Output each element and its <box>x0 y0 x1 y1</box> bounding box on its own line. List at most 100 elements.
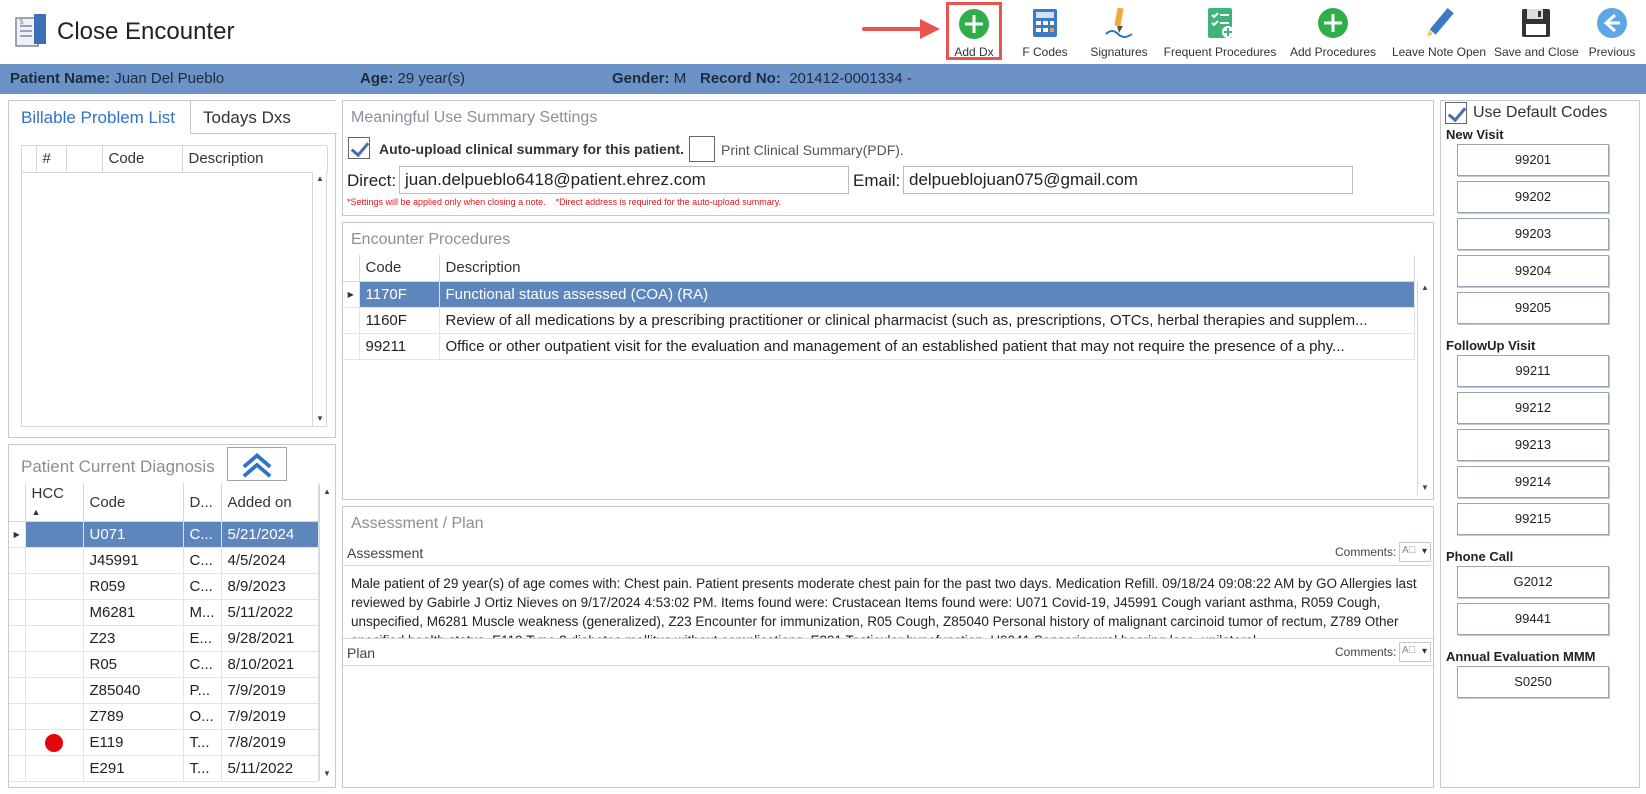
f-codes-button[interactable]: F Codes <box>1016 2 1074 60</box>
proc-code-cell: 1160F <box>359 307 440 334</box>
assessment-text: Male patient of 29 year(s) of age comes … <box>351 576 1417 638</box>
code-button-99205[interactable]: 99205 <box>1457 292 1609 324</box>
table-row[interactable]: ▶ U071 C... 5/21/2024 <box>9 521 319 548</box>
diagnosis-scrollbar[interactable]: ▲ ▼ <box>319 485 333 781</box>
table-row[interactable]: R059 C... 8/9/2023 <box>9 573 319 600</box>
code-button-99212[interactable]: 99212 <box>1457 392 1609 424</box>
dx-desc-cell: C... <box>183 573 222 600</box>
grid-corner <box>22 146 37 173</box>
tab-todays-dxs[interactable]: Todays Dxs <box>191 101 337 134</box>
use-default-codes-checkbox[interactable] <box>1445 102 1467 124</box>
scroll-up-icon[interactable]: ▲ <box>313 172 327 186</box>
use-default-codes-label: Use Default Codes <box>1473 104 1608 121</box>
code-button-S0250[interactable]: S0250 <box>1457 666 1609 698</box>
row-indicator <box>9 755 26 782</box>
column-proc-code[interactable]: Code <box>359 255 440 282</box>
code-button-99203[interactable]: 99203 <box>1457 218 1609 250</box>
column-dx-desc[interactable]: D... <box>183 483 222 522</box>
plan-text-area[interactable] <box>343 665 1433 787</box>
text-format-icon: A⃞ <box>1402 545 1417 556</box>
problem-list-scrollbar[interactable]: ▲ ▼ <box>312 172 326 426</box>
hcc-cell <box>25 521 84 548</box>
print-summary-checkbox[interactable] <box>689 136 715 162</box>
signatures-label: Signatures <box>1090 45 1148 59</box>
dx-added-cell: 4/5/2024 <box>221 547 319 574</box>
scroll-down-icon[interactable]: ▼ <box>1418 481 1432 495</box>
dx-desc-cell: T... <box>183 729 222 756</box>
column-number[interactable]: # <box>36 146 67 173</box>
code-button-99201[interactable]: 99201 <box>1457 144 1609 176</box>
leave-note-open-button[interactable]: Leave Note Open <box>1386 2 1492 60</box>
dx-added-cell: 8/9/2023 <box>221 573 319 600</box>
column-blank[interactable] <box>66 146 103 173</box>
table-row[interactable]: M6281 M... 5/11/2022 <box>9 599 319 626</box>
dx-desc-cell: O... <box>183 703 222 730</box>
signatures-button[interactable]: Signatures <box>1086 2 1152 60</box>
frequent-procedures-label: Frequent Procedures <box>1163 45 1277 59</box>
previous-button[interactable]: Previous <box>1584 2 1640 60</box>
code-button-99215[interactable]: 99215 <box>1457 503 1609 535</box>
column-code[interactable]: Code <box>102 146 183 173</box>
code-button-99211[interactable]: 99211 <box>1457 355 1609 387</box>
add-procedures-button[interactable]: Add Procedures <box>1286 2 1380 60</box>
column-dx-code[interactable]: Code <box>83 483 184 522</box>
table-row[interactable]: ▶ 1170F Functional status assessed (COA) (… <box>343 281 1415 308</box>
code-button-G2012[interactable]: G2012 <box>1457 566 1609 598</box>
double-chevron-up-icon <box>242 453 272 478</box>
scroll-down-icon[interactable]: ▼ <box>320 767 334 781</box>
table-row[interactable]: Z23 E... 9/28/2021 <box>9 625 319 652</box>
tab-billable-problem-list[interactable]: Billable Problem List <box>9 101 191 134</box>
plan-comments-dropdown[interactable]: A⃞ ▾ <box>1399 642 1431 662</box>
table-row[interactable]: 99211 Office or other outpatient visit fo… <box>343 333 1415 360</box>
problem-list-grid: # Code Description ▲ ▼ <box>21 145 328 427</box>
plus-circle-icon <box>959 9 989 39</box>
dx-added-cell: 7/9/2019 <box>221 677 319 704</box>
scroll-up-icon[interactable]: ▲ <box>1418 281 1432 295</box>
email-field[interactable]: delpueblojuan075@gmail.com <box>903 166 1353 194</box>
column-hcc[interactable]: HCC ▲ <box>25 483 84 522</box>
code-button-99204[interactable]: 99204 <box>1457 255 1609 287</box>
table-row[interactable]: E291 T... 5/11/2022 <box>9 755 319 782</box>
code-button-99441[interactable]: 99441 <box>1457 603 1609 635</box>
code-group-label: FollowUp Visit <box>1446 338 1536 353</box>
assessment-text-area[interactable]: Male patient of 29 year(s) of age comes … <box>343 565 1433 639</box>
table-row[interactable]: Z85040 P... 7/9/2019 <box>9 677 319 704</box>
table-row[interactable]: Z789 O... 7/9/2019 <box>9 703 319 730</box>
proc-desc-cell: Review of all medications by a prescribi… <box>439 307 1415 334</box>
assessment-comments-dropdown[interactable]: A⃞ ▾ <box>1399 542 1431 562</box>
table-row[interactable]: R05 C... 8/10/2021 <box>9 651 319 678</box>
code-button-99214[interactable]: 99214 <box>1457 466 1609 498</box>
table-row[interactable]: E119 T... 7/8/2019 <box>9 729 319 756</box>
column-added-on[interactable]: Added on <box>221 483 319 522</box>
patient-age: Age: 29 year(s) <box>360 70 466 87</box>
table-row[interactable]: 1160F Review of all medications by a pres… <box>343 307 1415 334</box>
dx-code-cell: J45991 <box>83 547 184 574</box>
save-and-close-button[interactable]: Save and Close <box>1494 2 1579 60</box>
chevron-down-icon: ▾ <box>1421 646 1427 657</box>
row-indicator <box>343 333 360 360</box>
text-format-icon: A⃞ <box>1402 645 1417 656</box>
direct-address-field[interactable]: juan.delpueblo6418@patient.ehrez.com <box>399 166 849 194</box>
procedures-scrollbar[interactable]: ▲ ▼ <box>1417 281 1431 495</box>
code-button-99213[interactable]: 99213 <box>1457 429 1609 461</box>
scroll-up-icon[interactable]: ▲ <box>320 485 334 499</box>
proc-desc-cell: Functional status assessed (COA) (RA) <box>439 281 1415 308</box>
hcc-cell <box>25 651 84 678</box>
column-description[interactable]: Description <box>182 146 328 173</box>
hcc-cell <box>25 755 84 782</box>
code-button-99202[interactable]: 99202 <box>1457 181 1609 213</box>
column-proc-description[interactable]: Description <box>439 255 1415 282</box>
scroll-down-icon[interactable]: ▼ <box>313 412 327 426</box>
hcc-cell <box>25 573 84 600</box>
plus-circle-icon <box>1318 8 1348 38</box>
frequent-procedures-button[interactable]: Frequent Procedures <box>1162 2 1278 60</box>
back-arrow-icon <box>1597 8 1627 38</box>
encounter-procedures-title: Encounter Procedures <box>351 231 511 248</box>
table-row[interactable]: J45991 C... 4/5/2024 <box>9 547 319 574</box>
auto-upload-checkbox[interactable] <box>348 137 370 159</box>
add-procedures-label: Add Procedures <box>1289 45 1377 59</box>
hcc-cell <box>25 625 84 652</box>
current-diagnosis-panel: Patient Current Diagnosis HCC ▲ Code D..… <box>8 444 336 788</box>
add-dx-button[interactable]: Add Dx <box>946 2 1002 60</box>
collapse-button[interactable] <box>227 447 287 481</box>
